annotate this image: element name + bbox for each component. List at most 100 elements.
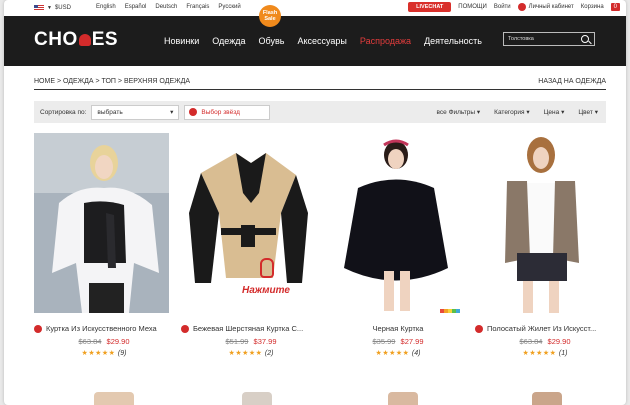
- logo-text-right: ES: [91, 29, 119, 50]
- product-prices: $63.84 $29.90: [34, 337, 174, 346]
- nav-clothing[interactable]: Одежда: [212, 36, 245, 46]
- sort-select[interactable]: выбрать ▾: [91, 104, 180, 120]
- product-card[interactable]: Полосатый Жилет Из Искусст... $63.84 $29…: [475, 133, 615, 357]
- divider: [34, 89, 606, 90]
- star-filter-icon: [189, 108, 198, 116]
- product-name[interactable]: Бежевая Шерстяная Куртка С...: [181, 324, 321, 333]
- old-price: $51.99: [225, 337, 249, 346]
- product-image[interactable]: [328, 133, 463, 313]
- sort-label: Сортировка по:: [40, 108, 87, 116]
- product-prices: $63.84 $29.90: [475, 337, 615, 346]
- review-count[interactable]: (9): [118, 350, 127, 357]
- lang-deutsch[interactable]: Deutsch: [155, 4, 177, 10]
- badge-icon: [34, 324, 42, 333]
- star-icons: ★★★★★: [375, 350, 410, 357]
- cart-count-badge[interactable]: 0: [610, 3, 620, 11]
- lang-francais[interactable]: Français: [186, 4, 209, 10]
- product-name[interactable]: Черная Куртка: [328, 324, 468, 333]
- nav-shoes[interactable]: Обувь: [259, 36, 285, 46]
- product-card[interactable]: Черная Куртка $35.99 $27.99 ★★★★★ (4): [328, 133, 468, 357]
- flash-sale-line2: Sale: [264, 16, 276, 22]
- cart-link[interactable]: Корзина: [581, 4, 604, 10]
- product-name-text: Черная Куртка: [372, 324, 424, 333]
- search-input[interactable]: [508, 36, 578, 42]
- old-price: $35.99: [372, 337, 396, 346]
- review-count[interactable]: (4): [412, 350, 421, 357]
- old-price: $63.84: [78, 337, 102, 346]
- search-icon[interactable]: [581, 35, 589, 43]
- product-image-peek[interactable]: [388, 392, 418, 405]
- product-name-text: Куртка Из Искусственного Меха: [46, 324, 157, 333]
- review-count[interactable]: (1): [559, 350, 568, 357]
- star-icons: ★★★★★: [228, 350, 263, 357]
- main-header: CHO ES Новинки Одежда Обувь Аксессуары Ра…: [4, 16, 626, 66]
- tap-hand-icon: [260, 258, 274, 278]
- product-card[interactable]: Куртка Из Искусственного Меха $63.84 $29…: [34, 133, 174, 357]
- swatch-blue[interactable]: [456, 309, 460, 313]
- login-link[interactable]: Войти: [494, 4, 511, 10]
- color-dropdown[interactable]: Цвет ▾: [578, 108, 598, 116]
- nav-sale[interactable]: Распродажа: [360, 36, 411, 46]
- breadcrumb[interactable]: HOME > ОДЕЖДА > ТОП > ВЕРХНЯЯ ОДЕЖДА: [34, 78, 190, 85]
- currency-selector[interactable]: $USD: [55, 5, 71, 11]
- account-link[interactable]: Личный кабинет: [517, 3, 574, 11]
- lang-russian[interactable]: Русский: [218, 4, 240, 10]
- chevron-down-icon[interactable]: ▼: [47, 5, 52, 11]
- product-image-peek[interactable]: [532, 392, 562, 405]
- all-filters-dropdown[interactable]: все Фильтры ▾: [437, 108, 481, 116]
- star-select-label: Выбор звёзд: [201, 108, 240, 116]
- nav-accessories[interactable]: Аксессуары: [297, 36, 346, 46]
- lang-english[interactable]: English: [96, 4, 116, 10]
- product-rating: ★★★★★ (9): [34, 349, 174, 357]
- product-prices: $35.99 $27.99: [328, 337, 468, 346]
- product-image[interactable]: [475, 133, 610, 313]
- lang-espanol[interactable]: Español: [125, 4, 147, 10]
- us-flag-icon[interactable]: [34, 5, 44, 11]
- back-to-clothing-link[interactable]: НАЗАД НА ОДЕЖДА: [538, 78, 606, 85]
- product-name[interactable]: Полосатый Жилет Из Искусст...: [475, 324, 615, 333]
- category-label: Категория: [494, 109, 525, 116]
- nav-new[interactable]: Новинки: [164, 36, 199, 46]
- help-link[interactable]: ПОМОЩИ: [458, 4, 487, 10]
- all-filters-label: все Фильтры: [436, 109, 476, 116]
- review-count[interactable]: (2): [265, 350, 274, 357]
- price-label: Цена: [543, 109, 560, 116]
- language-list: English Español Deutsch Français Русский: [96, 4, 241, 10]
- site-logo[interactable]: CHO ES: [34, 29, 118, 51]
- product-rating: ★★★★★ (4): [328, 349, 468, 357]
- product-prices: $51.99 $37.99: [181, 337, 321, 346]
- logo-hat-icon: [78, 34, 91, 46]
- top-utility-bar: ▼ $USD English Español Deutsch Français …: [4, 0, 626, 16]
- product-name[interactable]: Куртка Из Искусственного Меха: [34, 324, 174, 333]
- new-price: $29.90: [547, 337, 571, 346]
- product-image-peek[interactable]: [242, 392, 272, 405]
- product-rating: ★★★★★ (1): [475, 349, 615, 357]
- next-product-row: [4, 392, 626, 405]
- badge-icon: [181, 324, 189, 333]
- nav-activity[interactable]: Деятельность: [424, 36, 482, 46]
- price-dropdown[interactable]: Цена ▾: [544, 108, 565, 116]
- product-card[interactable]: Бежевая Шерстяная Куртка С... $51.99 $37…: [181, 133, 321, 357]
- new-price: $27.99: [400, 337, 424, 346]
- product-image-peek[interactable]: [94, 392, 134, 405]
- filter-bar: Сортировка по: выбрать ▾ Выбор звёзд все…: [34, 101, 606, 123]
- livechat-button[interactable]: LIVECHAT: [408, 2, 452, 12]
- product-name-text: Полосатый Жилет Из Искусст...: [487, 324, 597, 333]
- color-swatches[interactable]: [440, 309, 460, 313]
- new-price: $37.99: [253, 337, 277, 346]
- product-image[interactable]: [34, 133, 169, 313]
- page-frame: ▼ $USD English Español Deutsch Français …: [4, 0, 626, 405]
- product-name-text: Бежевая Шерстяная Куртка С...: [193, 324, 304, 333]
- star-select-button[interactable]: Выбор звёзд: [184, 104, 271, 120]
- flash-sale-badge: Flash Sale: [259, 5, 281, 27]
- main-nav: Новинки Одежда Обувь Аксессуары Распрода…: [164, 36, 482, 46]
- star-icons: ★★★★★: [81, 350, 116, 357]
- color-label: Цвет: [578, 109, 593, 116]
- product-grid: Куртка Из Искусственного Меха $63.84 $29…: [34, 133, 614, 363]
- category-dropdown[interactable]: Категория ▾: [494, 108, 529, 116]
- sort-value: выбрать: [97, 108, 123, 116]
- logo-text-left: CHO: [34, 29, 78, 50]
- badge-icon: [475, 324, 483, 333]
- star-icons: ★★★★★: [522, 350, 557, 357]
- chevron-down-icon: ▾: [170, 109, 174, 116]
